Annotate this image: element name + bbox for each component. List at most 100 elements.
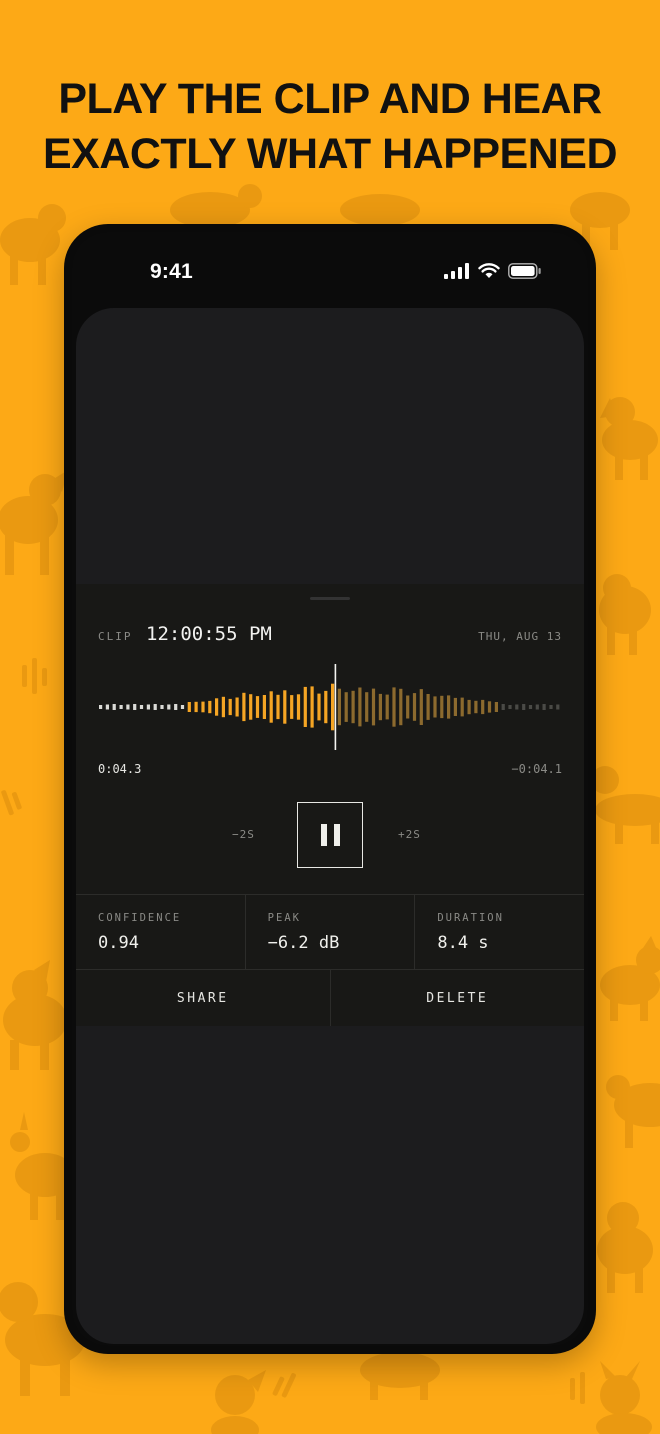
headline: PLAY THE CLIP AND HEAR EXACTLY WHAT HAPP…	[0, 72, 660, 182]
waveform-bar	[556, 704, 560, 710]
stat-value: −6.2 dB	[267, 933, 340, 953]
waveform-bar	[249, 694, 253, 720]
stat-label: CONFIDENCE	[98, 912, 182, 924]
clip-player-sheet: CLIP 12:00:55 PM THU, AUG 13 0:04.3 −0:0…	[76, 584, 584, 1026]
status-bar: 9:41	[72, 232, 588, 308]
waveform-bar	[385, 694, 389, 720]
clip-time: 12:00:55 PM	[146, 623, 272, 645]
waveform-bar	[255, 696, 260, 718]
waveform-bar	[508, 705, 512, 709]
waveform-bar	[296, 694, 301, 720]
waveform-bar	[474, 700, 478, 714]
waveform-bar	[146, 704, 150, 710]
waveform-bar	[501, 704, 505, 710]
waveform-bar	[269, 691, 273, 723]
playhead-marker[interactable]	[334, 664, 337, 750]
waveform-bar	[481, 699, 485, 715]
waveform-bar	[242, 692, 246, 722]
share-button[interactable]: SHARE	[76, 970, 331, 1026]
waveform-bar	[528, 705, 533, 709]
pause-icon-bar	[333, 824, 340, 846]
waveform-bar	[440, 695, 444, 719]
waveform-bar	[317, 693, 321, 721]
waveform-bar	[460, 697, 464, 717]
headline-line-2: EXACTLY WHAT HAPPENED	[42, 130, 618, 178]
waveform-bar	[378, 693, 382, 721]
waveform-bar	[487, 701, 492, 713]
cellular-signal-icon	[444, 263, 469, 279]
waveform-bar	[139, 705, 144, 709]
stat-duration: DURATION 8.4 s	[415, 895, 584, 969]
waveform-bar	[133, 704, 137, 710]
waveform-bar	[160, 705, 164, 709]
waveform-bar	[262, 695, 266, 719]
waveform-bar	[515, 704, 519, 710]
waveform-bar	[365, 692, 369, 722]
stat-confidence: CONFIDENCE 0.94	[76, 895, 246, 969]
waveform-bar	[549, 705, 553, 709]
clip-actions: SHARE DELETE	[76, 970, 584, 1026]
waveform-bar	[235, 697, 239, 717]
waveform-bar	[126, 704, 130, 710]
waveform-bar	[324, 690, 328, 724]
skip-back-button[interactable]: −2S	[232, 828, 255, 841]
waveform-bar	[167, 704, 171, 710]
waveform-bar	[310, 686, 314, 728]
stat-label: DURATION	[437, 912, 504, 924]
stat-peak: PEAK −6.2 dB	[246, 895, 416, 969]
waveform-bar	[180, 705, 185, 709]
waveform-bar	[228, 698, 232, 716]
remaining-time: −0:04.1	[511, 762, 562, 776]
waveform-bar	[467, 699, 471, 715]
waveform-bar	[406, 695, 410, 719]
waveform-bar	[119, 705, 123, 709]
headline-line-1: PLAY THE CLIP AND HEAR	[58, 75, 602, 123]
app-screen: CLIP 12:00:55 PM THU, AUG 13 0:04.3 −0:0…	[76, 308, 584, 1344]
waveform-bar	[392, 687, 396, 727]
waveform-bar	[208, 700, 212, 714]
waveform-bar	[331, 683, 335, 731]
waveform-bar	[290, 695, 294, 719]
waveform-bar	[542, 704, 546, 710]
waveform-bar	[215, 698, 219, 716]
waveform-bar	[99, 705, 103, 709]
phone-frame: 9:41 CLIP 12:00:55 PM THU, AUG 13 0:04.3…	[64, 224, 596, 1354]
waveform-bar	[201, 701, 205, 713]
stat-label: PEAK	[267, 912, 301, 924]
waveform-bar	[105, 704, 109, 710]
waveform-bar	[419, 689, 423, 725]
waveform-bar	[494, 702, 498, 712]
skip-forward-button[interactable]: +2S	[398, 828, 421, 841]
delete-button[interactable]: DELETE	[331, 970, 585, 1026]
elapsed-time: 0:04.3	[98, 762, 142, 776]
waveform-bar	[351, 690, 355, 724]
waveform-bar	[535, 704, 539, 710]
waveform-bar	[447, 695, 451, 719]
stat-value: 0.94	[98, 933, 139, 953]
status-icons	[444, 263, 542, 279]
waveform-scrubber[interactable]	[98, 664, 562, 750]
waveform-bar	[194, 701, 198, 713]
waveform-bar	[344, 692, 348, 722]
waveform-bar	[187, 702, 191, 712]
pause-button[interactable]	[297, 802, 363, 868]
waveform-bar	[283, 690, 287, 724]
waveform-bar	[221, 696, 225, 718]
sheet-grabber[interactable]	[310, 597, 350, 600]
waveform-bar	[174, 704, 178, 710]
waveform-bar	[433, 696, 437, 718]
pause-icon	[320, 824, 327, 846]
clip-stats: CONFIDENCE 0.94 PEAK −6.2 dB DURATION 8.…	[76, 894, 584, 970]
waveform-bar	[371, 688, 376, 726]
battery-icon	[508, 263, 541, 279]
waveform-bar	[412, 693, 417, 721]
waveform-bar	[522, 704, 526, 710]
waveform-bar	[153, 704, 157, 710]
waveform-bar	[453, 697, 457, 716]
phone-bezel: 9:41 CLIP 12:00:55 PM THU, AUG 13 0:04.3…	[72, 232, 588, 1346]
waveform-bar	[426, 694, 430, 720]
clip-label: CLIP	[98, 630, 133, 643]
status-time: 9:41	[150, 260, 193, 283]
wifi-icon	[478, 263, 500, 278]
waveform-bar	[337, 688, 341, 726]
